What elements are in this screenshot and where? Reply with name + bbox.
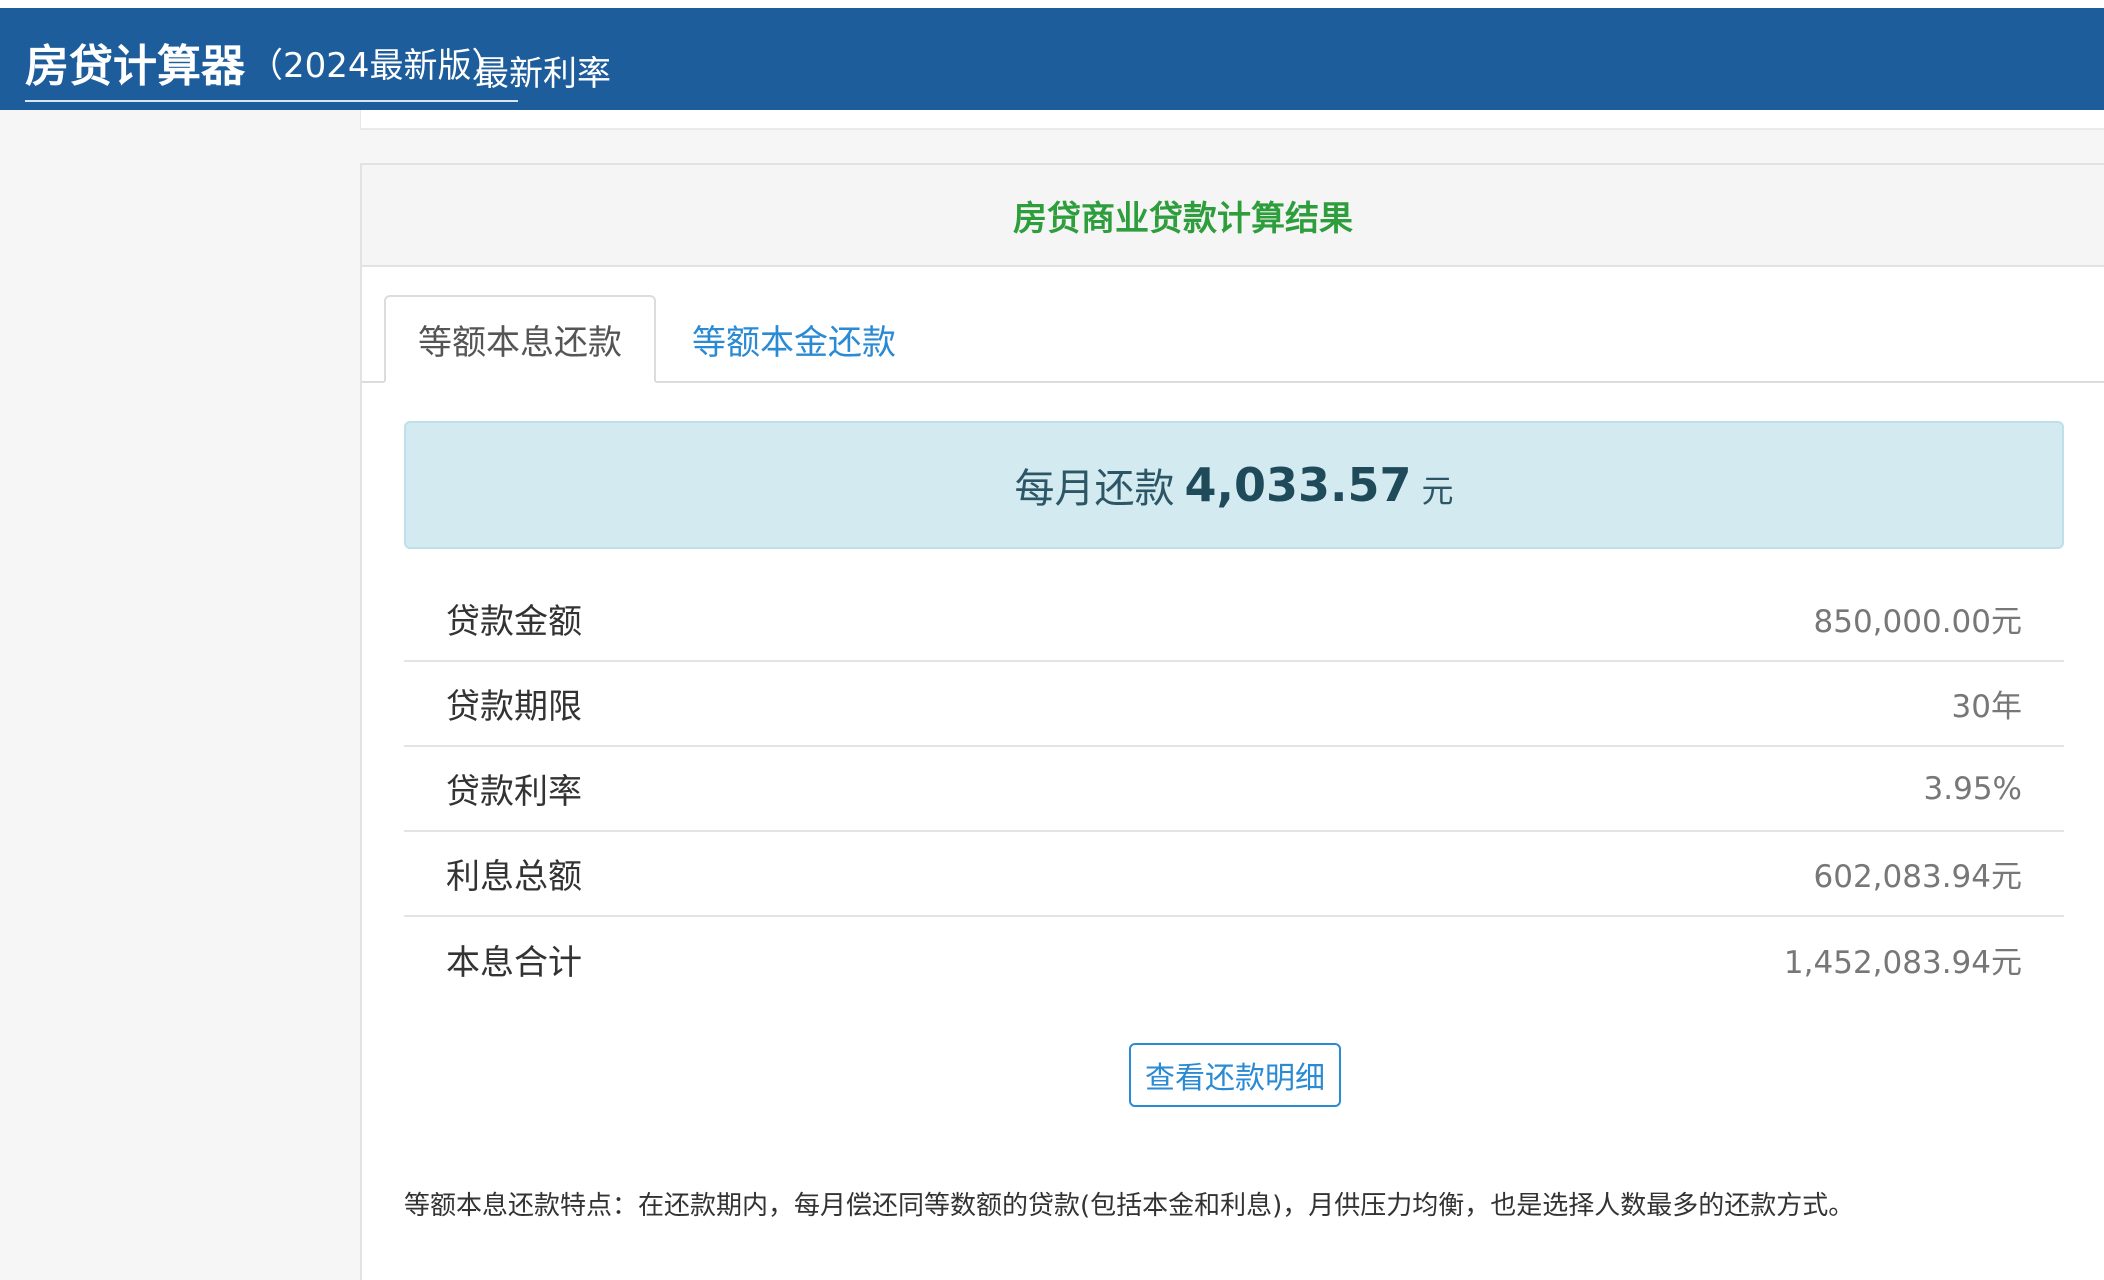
view-repayment-detail-button[interactable]: 查看还款明细 (1129, 1043, 1341, 1107)
tab-equal-principal[interactable]: 等额本金还款 (672, 295, 916, 383)
site-header: 房贷计算器 （2024最新版） 最新利率 (0, 8, 2104, 110)
row-loan-term: 贷款期限 30年 (404, 662, 2064, 747)
row-total-payment: 本息合计 1,452,083.94元 (404, 917, 2064, 1002)
result-title: 房贷商业贷款计算结果 (1013, 198, 1353, 239)
site-title[interactable]: 房贷计算器 (25, 41, 245, 92)
row-label: 本息合计 (446, 943, 582, 983)
monthly-payment-unit: 元 (1421, 472, 1454, 510)
site-version: （2024最新版） (249, 45, 506, 86)
row-label: 贷款利率 (446, 772, 582, 812)
previous-card-edge (360, 110, 2104, 130)
row-label: 贷款期限 (446, 687, 582, 727)
top-strip (0, 0, 2104, 8)
monthly-payment-panel: 每月还款 4,033.57 元 (404, 421, 2064, 549)
repayment-tabs: 等额本息还款 等额本金还款 (362, 267, 2104, 383)
tab-equal-installment[interactable]: 等额本息还款 (384, 295, 656, 383)
row-value: 850,000.00元 (1813, 604, 2023, 640)
monthly-payment-value: 4,033.57 (1184, 458, 1412, 512)
row-label: 贷款金额 (446, 602, 582, 642)
row-loan-rate: 贷款利率 3.95% (404, 747, 2064, 832)
row-loan-amount: 贷款金额 850,000.00元 (404, 577, 2064, 662)
row-value: 3.95% (1923, 770, 2022, 807)
row-value: 1,452,083.94元 (1783, 945, 2022, 981)
monthly-payment-label: 每月还款 (1014, 466, 1175, 512)
result-table: 贷款金额 850,000.00元 贷款期限 30年 贷款利率 3.95% 利息总… (404, 577, 2064, 1002)
result-card: 房贷商业贷款计算结果 等额本息还款 等额本金还款 每月还款 4,033.57 元… (360, 163, 2104, 1280)
nav-latest-rates[interactable]: 最新利率 (475, 46, 611, 95)
row-value: 602,083.94元 (1813, 859, 2023, 895)
repayment-method-note: 等额本息还款特点：在还款期内，每月偿还同等数额的贷款(包括本金和利息)，月供压力… (404, 1191, 1855, 1221)
result-card-header: 房贷商业贷款计算结果 (362, 165, 2104, 267)
row-value: 30年 (1951, 689, 2022, 725)
row-total-interest: 利息总额 602,083.94元 (404, 832, 2064, 917)
row-label: 利息总额 (446, 857, 582, 897)
brand[interactable]: 房贷计算器 （2024最新版） (25, 30, 518, 102)
left-sidebar (0, 110, 360, 1280)
